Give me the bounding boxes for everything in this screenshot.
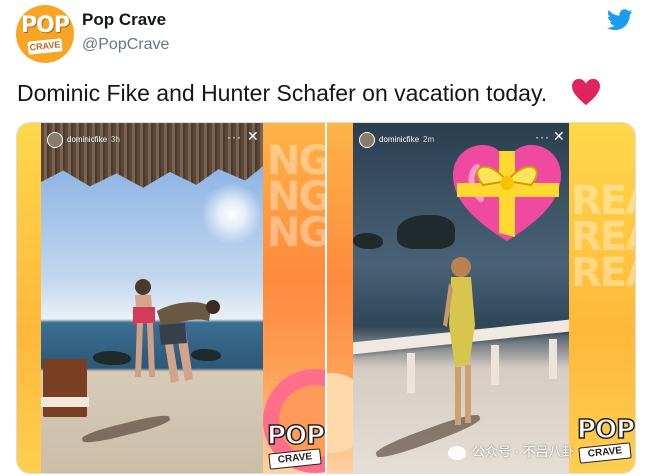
close-icon[interactable]: ✕ (553, 128, 565, 145)
story-time: 2m (423, 135, 435, 145)
background-letters: REA REA REA (571, 178, 635, 296)
lounge-cushion (41, 397, 89, 407)
wechat-text: 公众号 · 不吕八卦 (472, 444, 575, 459)
twitter-bird-icon[interactable] (607, 9, 633, 31)
people-figures (133, 279, 220, 383)
lounge-chair (43, 359, 87, 417)
railing-post (491, 345, 499, 385)
sun-glare (201, 183, 263, 245)
story-header-right: dominicfike 2m (359, 132, 434, 148)
yellow-stripe (17, 123, 41, 473)
story-header-left: dominicfike 3h (47, 132, 120, 148)
logo-top-text: POP (266, 420, 325, 452)
railing-post (407, 353, 415, 393)
logo-bottom-text: CRAVE (578, 442, 632, 464)
background-letters: NG NG NG (267, 138, 325, 256)
media-image-left[interactable]: NG NG NG dominicfike 3h ··· ✕ POP CRAVE (17, 123, 325, 473)
pop-crave-logo: POP CRAVE (576, 414, 635, 465)
logo-bottom-text: CRAVE (268, 448, 322, 470)
person-figure (443, 257, 475, 425)
pop-crave-logo: POP CRAVE (266, 420, 325, 471)
avatar[interactable]: POP CRAVE (16, 5, 74, 63)
wechat-icon (448, 445, 466, 460)
wechat-watermark: 公众号 · 不吕八卦 (448, 441, 575, 460)
instagram-story-left: dominicfike 3h ··· ✕ (41, 123, 263, 473)
tweet-card: POP CRAVE Pop Crave @PopCrave Dominic Fi… (0, 0, 648, 476)
avatar-logo-bottom: CRAVE (27, 38, 63, 55)
media-image-right[interactable]: REA REA REA (327, 123, 635, 473)
story-avatar (47, 132, 63, 148)
more-options-icon[interactable]: ··· (227, 130, 242, 144)
sea-rock (353, 233, 383, 249)
red-heart-icon (572, 78, 600, 106)
story-username: dominicfike (67, 135, 108, 145)
gift-heart-sticker (453, 145, 561, 241)
logo-top-text: POP (576, 414, 635, 446)
story-username: dominicfike (379, 135, 420, 145)
story-avatar (359, 132, 375, 148)
instagram-story-right: dominicfike 2m ··· ✕ (353, 123, 569, 473)
railing-post (549, 339, 557, 379)
close-icon[interactable]: ✕ (247, 128, 259, 145)
avatar-logo-top: POP (21, 13, 70, 38)
media-attachment[interactable]: NG NG NG dominicfike 3h ··· ✕ POP CRAVE … (16, 122, 636, 474)
tweet-text: Dominic Fike and Hunter Schafer on vacat… (17, 80, 548, 106)
story-time: 3h (111, 135, 120, 145)
user-handle[interactable]: @PopCrave (82, 36, 169, 54)
display-name[interactable]: Pop Crave (82, 10, 166, 30)
more-options-icon[interactable]: ··· (535, 130, 550, 144)
